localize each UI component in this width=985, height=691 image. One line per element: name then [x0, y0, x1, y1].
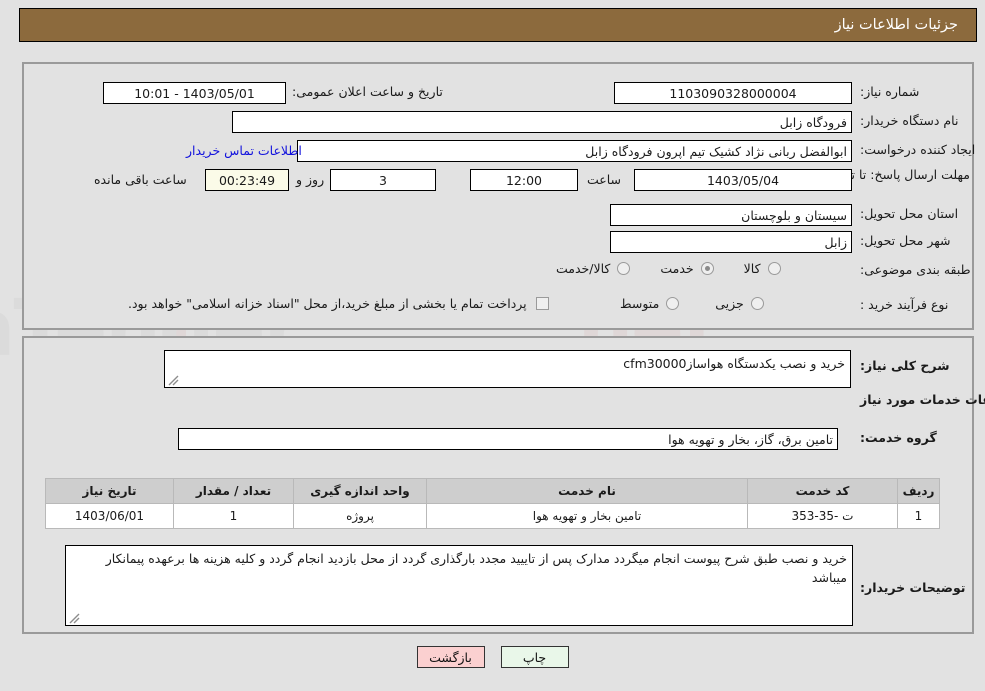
treasury-note-text: پرداخت تمام یا بخشی از مبلغ خرید،از محل …	[128, 296, 527, 311]
th-unit: واحد اندازه گیری	[293, 478, 427, 504]
process-label-jozii: جزیی	[715, 296, 744, 311]
back-button[interactable]: بازگشت	[416, 646, 485, 668]
resize-grip-icon[interactable]	[167, 374, 179, 386]
th-need-date: تاریخ نیاز	[45, 478, 174, 504]
category-radio-khedmat[interactable]	[700, 262, 714, 275]
buyer-org-label: نام دستگاه خریدار:	[860, 113, 959, 128]
process-radio-group: جزیی متوسط	[620, 296, 764, 311]
city-field: زابل	[610, 231, 852, 253]
general-desc-label-row: شرح کلی نیاز:	[860, 358, 949, 373]
days-label: روز و	[296, 172, 325, 187]
city-label: شهر محل تحویل:	[860, 233, 951, 248]
public-announce-field: 1403/05/01 - 10:01	[103, 82, 286, 104]
category-label: طبقه بندی موضوعی:	[860, 262, 971, 277]
cell-code: ت -35-353	[747, 503, 898, 529]
th-radif: ردیف	[897, 478, 940, 504]
category-label-row: طبقه بندی موضوعی:	[860, 262, 971, 277]
need-number-label: شماره نیاز:	[860, 84, 920, 99]
services-table: ردیف کد خدمت نام خدمت واحد اندازه گیری ت…	[45, 478, 940, 529]
footer-button-row: بازگشت چاپ	[0, 646, 985, 668]
th-quantity: تعداد / مقدار	[173, 478, 294, 504]
buyer-notes-label: توضیحات خریدار:	[860, 580, 966, 595]
creator-label-row: ایجاد کننده درخواست:	[860, 142, 975, 157]
print-button[interactable]: چاپ	[500, 646, 569, 668]
hour-label: ساعت	[587, 172, 622, 187]
deadline-label: مهلت ارسال پاسخ: تا تاریخ:	[825, 167, 970, 182]
category-label-khedmat: خدمت	[660, 261, 694, 276]
days-remaining-field: 3	[330, 169, 436, 191]
buyer-org-label-row: نام دستگاه خریدار:	[860, 113, 958, 128]
service-group-label-row: گروه خدمت:	[860, 430, 937, 445]
table-row: 1 ت -35-353 تامین بخار و تهویه هوا پروژه…	[45, 503, 940, 529]
services-section-title: اطلاعات خدمات مورد نیاز	[860, 392, 985, 407]
creator-label: ایجاد کننده درخواست:	[860, 142, 976, 157]
general-desc-value: خرید و نصب یکدستگاه هواسازcfm30000	[623, 356, 845, 371]
need-number-label-row: شماره نیاز:	[860, 84, 919, 99]
treasury-note-row: پرداخت تمام یا بخشی از مبلغ خرید،از محل …	[128, 296, 549, 311]
province-label: استان محل تحویل:	[860, 206, 959, 221]
th-name: نام خدمت	[426, 478, 748, 504]
page-title: جزئیات اطلاعات نیاز	[834, 17, 958, 33]
process-type-label: نوع فرآیند خرید :	[860, 297, 949, 312]
general-desc-label: شرح کلی نیاز:	[860, 358, 950, 373]
table-header-row: ردیف کد خدمت نام خدمت واحد اندازه گیری ت…	[45, 478, 940, 504]
creator-field: ابوالفضل ربانی نژاد کشیک تیم اپرون فرودگ…	[297, 140, 852, 162]
cell-need-date: 1403/06/01	[45, 503, 174, 529]
buyer-contact-link[interactable]: اطلاعات تماس خریدار	[186, 143, 302, 158]
category-radio-kala[interactable]	[767, 262, 781, 275]
service-group-label: گروه خدمت:	[860, 430, 937, 445]
th-code: کد خدمت	[747, 478, 898, 504]
announce-label-row: تاریخ و ساعت اعلان عمومی:	[292, 84, 443, 99]
public-announce-label: تاریخ و ساعت اعلان عمومی:	[292, 84, 443, 99]
process-label-row: نوع فرآیند خرید :	[860, 297, 948, 312]
general-desc-textarea[interactable]: خرید و نصب یکدستگاه هواسازcfm30000	[164, 350, 851, 388]
remaining-hours-label: ساعت باقی مانده	[94, 172, 187, 187]
buyer-org-field: فرودگاه زابل	[232, 111, 852, 133]
category-label-kala-khedmat: کالا/خدمت	[556, 261, 611, 276]
resize-grip-icon[interactable]	[68, 612, 80, 624]
category-radio-group: کالا خدمت کالا/خدمت	[556, 261, 781, 276]
province-field: سیستان و بلوچستان	[610, 204, 852, 226]
process-radio-jozii[interactable]	[750, 297, 764, 310]
cell-quantity: 1	[173, 503, 294, 529]
process-radio-motavasset[interactable]	[666, 297, 680, 310]
category-label-kala: کالا	[743, 261, 761, 276]
countdown-field: 00:23:49	[205, 169, 289, 191]
page-header: جزئیات اطلاعات نیاز	[19, 8, 977, 42]
cell-unit: پروژه	[293, 503, 427, 529]
service-group-field: تامین برق، گاز، بخار و تهویه هوا	[178, 428, 838, 450]
deadline-time-field: 12:00	[470, 169, 578, 191]
province-label-row: استان محل تحویل:	[860, 206, 958, 221]
services-section-title-row: اطلاعات خدمات مورد نیاز	[860, 392, 985, 407]
need-number-field: 1103090328000004	[614, 82, 852, 104]
treasury-checkbox[interactable]	[535, 297, 549, 310]
city-label-row: شهر محل تحویل:	[860, 233, 950, 248]
category-radio-kala-khedmat[interactable]	[617, 262, 631, 275]
buyer-notes-textarea[interactable]: خرید و نصب طبق شرح پیوست انجام میگردد مد…	[65, 545, 853, 626]
process-label-motavasset: متوسط	[620, 296, 660, 311]
buyer-notes-label-row: توضیحات خریدار:	[860, 580, 966, 595]
buyer-notes-value: خرید و نصب طبق شرح پیوست انجام میگردد مد…	[105, 551, 847, 586]
cell-name: تامین بخار و تهویه هوا	[426, 503, 748, 529]
deadline-date-field: 1403/05/04	[634, 169, 852, 191]
cell-radif: 1	[897, 503, 940, 529]
deadline-label-row: مهلت ارسال پاسخ: تا تاریخ:	[825, 166, 970, 184]
